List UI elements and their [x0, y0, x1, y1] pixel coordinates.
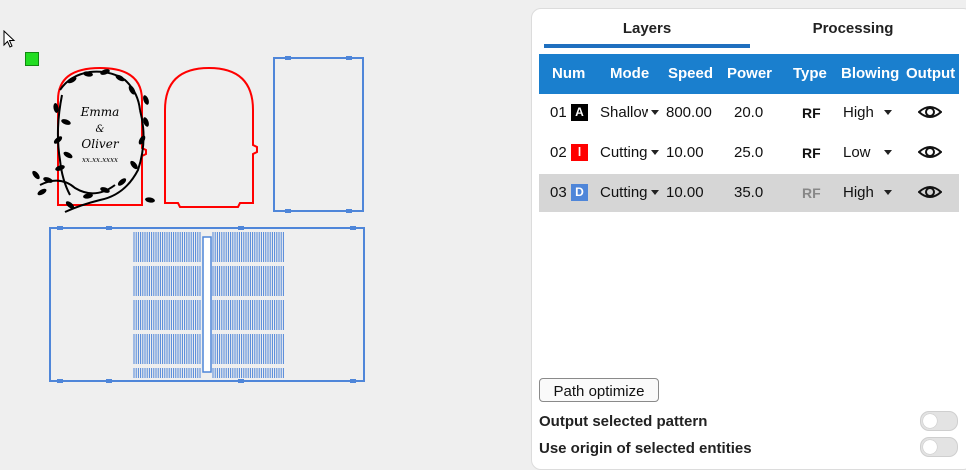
engrave-date: xx.xx.xxxx: [82, 156, 118, 164]
output-selected-pattern-toggle[interactable]: [920, 411, 958, 431]
chevron-down-icon[interactable]: [651, 190, 659, 195]
engrave-design[interactable]: Emma & Oliver xx.xx.xxxx: [31, 66, 155, 213]
tab-processing[interactable]: Processing: [750, 20, 956, 37]
chevron-down-icon[interactable]: [651, 150, 659, 155]
header-type: Type: [793, 65, 827, 82]
toggle-knob: [923, 414, 937, 428]
hinge-panel-shape[interactable]: [49, 226, 365, 383]
layer-num: 03: [550, 184, 567, 201]
use-origin-selected-label: Use origin of selected entities: [539, 440, 752, 457]
header-speed: Speed: [668, 65, 714, 82]
layer-blowing-select[interactable]: High: [843, 184, 874, 201]
layer-power[interactable]: 25.0: [734, 144, 763, 161]
chevron-down-icon[interactable]: [651, 110, 659, 115]
design-canvas[interactable]: Emma & Oliver xx.xx.xxxx: [0, 0, 520, 456]
arch-cut-shape[interactable]: [164, 66, 258, 208]
layer-row[interactable]: 03 D Cutting 10.00 35.0 RF High: [539, 174, 959, 212]
layer-row[interactable]: 02 l Cutting 10.00 25.0 RF Low: [539, 134, 959, 172]
active-tab-indicator: [544, 44, 750, 48]
layer-blowing-select[interactable]: Low: [843, 144, 871, 161]
layers-panel: Layers Processing Num Mode Speed Power T…: [531, 8, 966, 470]
layer-num: 02: [550, 144, 567, 161]
use-origin-selected-toggle[interactable]: [920, 437, 958, 457]
layer-color-chip[interactable]: A: [571, 104, 588, 121]
engrave-name-2: Oliver: [81, 137, 119, 151]
origin-marker: [25, 52, 39, 66]
header-mode: Mode: [610, 65, 650, 82]
engrave-name-1: Emma: [80, 105, 120, 119]
chevron-down-icon[interactable]: [884, 150, 892, 155]
layer-color-chip[interactable]: D: [571, 184, 588, 201]
mouse-cursor-icon: [3, 30, 16, 48]
layer-mode-select[interactable]: Cutting: [600, 184, 648, 201]
canvas-drawing[interactable]: Emma & Oliver xx.xx.xxxx: [0, 0, 520, 456]
layer-type: RF: [802, 185, 821, 201]
eye-icon[interactable]: [918, 183, 942, 201]
engrave-ampersand: &: [96, 124, 105, 135]
layer-row[interactable]: 01 A Shallow 800.00 20.0 RF High: [539, 94, 959, 132]
layer-mode-select[interactable]: Shallow: [600, 104, 648, 121]
panel-tabs: Layers Processing: [532, 9, 966, 49]
layer-power[interactable]: 20.0: [734, 104, 763, 121]
header-num: Num: [552, 65, 586, 82]
layer-power[interactable]: 35.0: [734, 184, 763, 201]
header-blowing: Blowing: [841, 65, 900, 82]
layer-speed[interactable]: 10.00: [666, 184, 704, 201]
layer-color-chip[interactable]: l: [571, 144, 588, 161]
layer-type: RF: [802, 145, 821, 161]
header-output: Output: [906, 65, 956, 82]
toggle-knob: [923, 440, 937, 454]
layer-speed[interactable]: 800.00: [666, 104, 712, 121]
chevron-down-icon[interactable]: [884, 190, 892, 195]
layer-num: 01: [550, 104, 567, 121]
layer-blowing-select[interactable]: High: [843, 104, 874, 121]
side-panel-shape[interactable]: [273, 56, 364, 213]
tab-layers[interactable]: Layers: [544, 20, 750, 37]
eye-icon[interactable]: [918, 143, 942, 161]
layers-table-header: Num Mode Speed Power Type Blowing Output: [539, 54, 959, 94]
layer-mode-select[interactable]: Cutting: [600, 144, 648, 161]
eye-icon[interactable]: [918, 103, 942, 121]
chevron-down-icon[interactable]: [884, 110, 892, 115]
layer-speed[interactable]: 10.00: [666, 144, 704, 161]
output-selected-pattern-label: Output selected pattern: [539, 413, 708, 430]
path-optimize-button[interactable]: Path optimize: [539, 378, 659, 402]
layer-type: RF: [802, 105, 821, 121]
header-power: Power: [727, 65, 773, 82]
